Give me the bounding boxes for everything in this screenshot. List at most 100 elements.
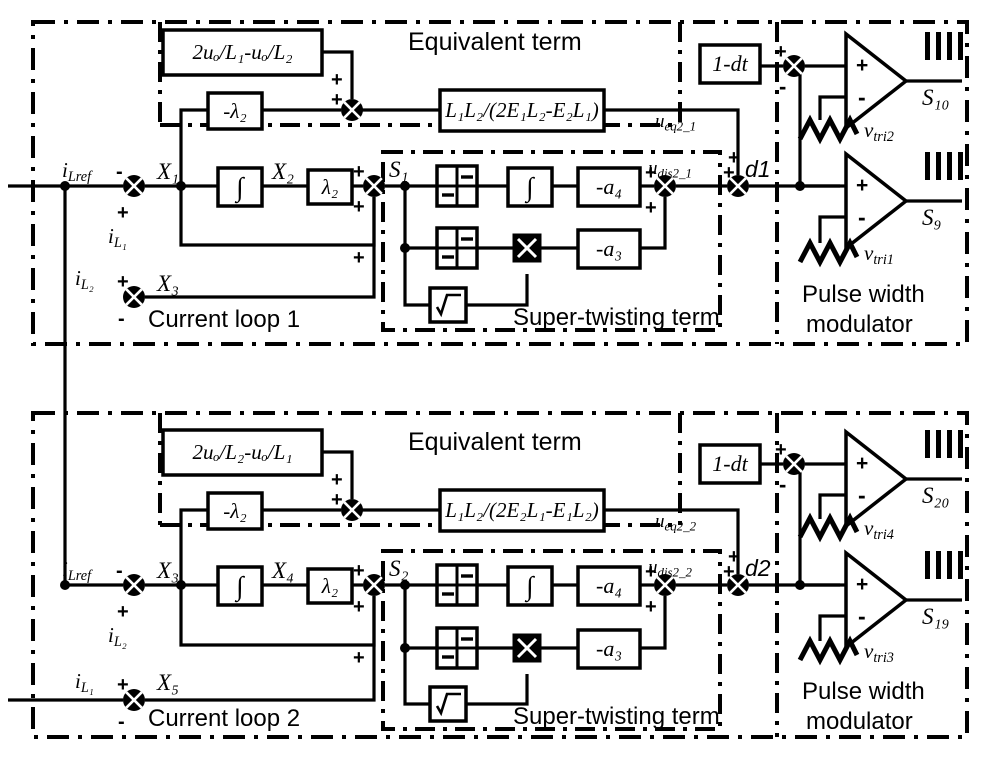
block-sign-upper-2 — [435, 563, 479, 607]
block-integrator-main-2-label: ∫ — [236, 570, 244, 601]
block-sign-lower-1 — [435, 226, 479, 270]
comparator-bottom-1-plus: + — [856, 174, 869, 197]
block-gain-1-label: L₁L₂/(2E₁L₂-E₂L₁) — [445, 98, 599, 122]
sign-plus-d2-b: + — [728, 546, 740, 568]
sign-plus-s1-c: + — [353, 247, 365, 269]
block-neg-lambda-2-label: -λ₂ — [223, 498, 247, 523]
block-sqrt-2 — [428, 685, 468, 723]
pulse-icon-s9 — [925, 152, 963, 180]
signal-fb1-2: iL₂ — [108, 623, 127, 650]
signal-s2: S₂ — [389, 556, 409, 581]
signal-s10: S₁₀ — [922, 85, 950, 110]
sign-plus-eq-2b: + — [331, 489, 343, 511]
signal-iref-1: iLref — [62, 158, 92, 185]
block-integrator-st-2-label: ∫ — [526, 570, 534, 601]
signal-fb2-2: iL₁ — [75, 669, 94, 696]
signal-vtri1: vtri1 — [864, 241, 894, 268]
signal-vtri3: vtri3 — [864, 639, 894, 666]
comparator-bottom-1-minus: - — [858, 204, 866, 230]
block-neg-lambda-1-label: -λ₂ — [223, 98, 247, 123]
signal-s1: S₁ — [389, 157, 409, 182]
sign-minus-iref-2: - — [116, 560, 123, 582]
block-sign-lower-2 — [435, 626, 479, 670]
triangle-wave-icon-vtri4 — [797, 512, 860, 543]
loop2-junction-dots — [60, 580, 805, 653]
block-dt-2-label: 1-dt — [712, 451, 748, 476]
loop2-pwm-label-1: Pulse width — [802, 678, 925, 705]
sign-minus-pwm-2: - — [779, 472, 787, 497]
signal-s9: S₉ — [922, 205, 942, 230]
sign-plus-udis-2b: + — [645, 596, 657, 618]
comparator-bottom-2-plus: + — [856, 573, 869, 596]
signal-d1: d1 — [745, 156, 771, 182]
triangle-wave-icon-vtri3 — [797, 635, 860, 666]
block-feedforward-1-label: 2uₒ/L₁-uₒ/L₂ — [192, 40, 293, 64]
block-a4-2-label: -a₄ — [596, 573, 622, 598]
signal-s20: S₂₀ — [922, 483, 950, 508]
signal-x4: X₄ — [272, 558, 295, 583]
sign-plus-s2-c: + — [353, 647, 365, 669]
sum-node-equivalent-2 — [339, 497, 365, 523]
loop1-supertwisting-label: Super-twisting term — [513, 304, 720, 331]
sum-node-equivalent-1 — [339, 97, 365, 123]
block-lambda-2-label: λ₂ — [321, 573, 339, 598]
signal-x5: X₅ — [157, 670, 180, 695]
sign-plus-eq-1b: + — [331, 89, 343, 111]
comparator-bottom-2 — [844, 549, 909, 651]
triangle-wave-icon-vtri1 — [797, 237, 860, 268]
block-sign-upper-1 — [435, 164, 479, 208]
block-lambda-1-label: λ₂ — [321, 174, 339, 199]
signal-vtri4: vtri4 — [864, 516, 894, 543]
loop1-equivalent-term-label: Equivalent term — [408, 28, 582, 56]
block-a4-1-label: -a₄ — [596, 174, 622, 199]
signal-s19: S₁₉ — [922, 604, 950, 629]
comparator-bottom-2-minus: - — [858, 603, 866, 629]
signal-d2: d2 — [745, 555, 771, 581]
signal-iref-2: iLref — [62, 557, 92, 584]
sum-node-s1 — [361, 173, 387, 199]
loop1-pwm-label-1: Pulse width — [802, 281, 925, 308]
sign-plus-eq-2a: + — [331, 469, 343, 491]
sign-plus-s2-a: + — [353, 560, 365, 582]
block-integrator-main-1-label: ∫ — [236, 171, 244, 202]
signal-fb1-1: iL₁ — [108, 224, 127, 251]
sign-plus-eq-1a: + — [331, 69, 343, 91]
sign-plus-pwm-1: + — [775, 41, 787, 63]
signal-ueq-2: ueq2_2 — [655, 511, 697, 534]
triangle-wave-icon-vtri2 — [797, 114, 860, 145]
pulse-icon-s19 — [925, 551, 963, 579]
signal-x3-1: X₃ — [157, 271, 180, 296]
sign-plus-udis-2a: + — [645, 561, 657, 583]
block-a3-2-label: -a₃ — [596, 636, 622, 661]
sign-plus-udis-1a: + — [645, 162, 657, 184]
signal-ueq-1: ueq2_1 — [655, 111, 697, 134]
block-multiplier-1 — [512, 233, 542, 263]
loop2-supertwisting-label: Super-twisting term — [513, 703, 720, 730]
sign-minus-iref-1: - — [116, 161, 123, 183]
signal-x3-2: X₃ — [157, 558, 180, 583]
sign-minus-pwm-1: - — [779, 74, 787, 99]
sign-plus-x5-2: + — [117, 674, 129, 696]
block-multiplier-2 — [512, 633, 542, 663]
block-a3-1-label: -a₃ — [596, 236, 622, 261]
comparator-top-1-plus: + — [856, 54, 869, 77]
sign-plus-s1-b: + — [353, 196, 365, 218]
comparator-top-2-plus: + — [856, 452, 869, 475]
block-dt-1-label: 1-dt — [712, 51, 748, 76]
block-feedforward-2-label: 2uₒ/L₂-uₒ/L₁ — [192, 440, 293, 464]
sum-node-s2 — [361, 572, 387, 598]
sign-plus-d1-b: + — [728, 147, 740, 169]
signal-fb2-1: iL₂ — [75, 266, 94, 293]
comparator-top-2 — [844, 428, 909, 530]
pulse-icon-s10 — [925, 32, 963, 60]
sign-plus-iref-1: + — [117, 202, 129, 224]
sign-plus-udis-1b: + — [645, 197, 657, 219]
sum-node-iref-1 — [121, 173, 147, 199]
loop2-equivalent-term-label: Equivalent term — [408, 428, 582, 456]
sign-minus-x3-1: - — [118, 308, 125, 330]
sign-plus-x3-1: + — [117, 271, 129, 293]
sum-node-iref-2 — [121, 572, 147, 598]
comparator-bottom-1 — [844, 150, 909, 252]
sign-plus-s1-a: + — [353, 161, 365, 183]
sign-plus-s2-b: + — [353, 596, 365, 618]
